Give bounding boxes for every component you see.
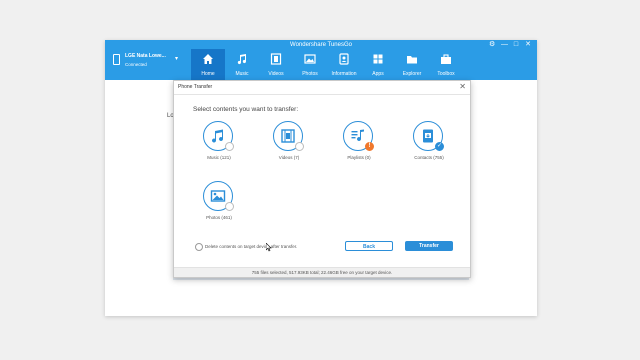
nav-explorer-label: Explorer [402,71,422,77]
photo-icon [304,54,316,64]
device-status: Connected [125,62,147,67]
music-icon [237,54,246,65]
delete-option-label: Delete contents on target device after t… [205,244,298,249]
dialog-title: Phone Transfer [178,84,213,90]
film-icon [281,129,295,143]
settings-icon[interactable]: ⚙ [489,41,495,49]
transfer-item-photos[interactable]: Photos (461) [189,181,249,231]
contacts-book-icon [423,129,433,143]
transfer-item-music[interactable]: Music (121) [189,121,249,171]
delete-checkbox[interactable] [195,243,203,251]
nav-apps[interactable]: Apps [361,49,395,80]
device-selector[interactable]: LGE Nata Lowe... Connected ▾ [111,52,187,76]
item-label: Photos (461) [206,215,232,220]
divider [174,94,470,95]
apps-icon [373,54,383,64]
nav-photos[interactable]: Photos [293,49,327,80]
video-icon [270,53,282,65]
nav-music-label: Music [235,71,249,77]
close-icon[interactable]: ✕ [525,41,531,49]
title-bar: Wondershare TunesGo ⚙ — □ ✕ LGE Nata Low… [105,40,537,80]
picture-icon [210,190,226,202]
nav-toolbox-label: Toolbox [437,71,455,77]
transfer-item-videos[interactable]: Videos (7) [259,121,319,171]
window-controls: ⚙ — □ ✕ [489,41,531,49]
transfer-item-contacts[interactable]: ✓ Contacts (755) [399,121,459,171]
item-label: Videos (7) [278,155,300,160]
folder-icon [407,56,417,64]
mouse-cursor-icon [266,243,272,252]
app-title: Wondershare TunesGo [290,42,352,48]
nav-home-label: Home [201,71,215,77]
main-nav: Home Music Videos Photos Information App… [191,49,463,80]
selection-indicator[interactable] [225,202,234,211]
playlist-icon [351,129,364,142]
nav-explorer[interactable]: Explorer [395,49,429,80]
dialog-prompt: Select contents you want to transfer: [193,106,299,113]
nav-home[interactable]: Home [191,49,225,80]
maximize-icon[interactable]: □ [513,41,519,49]
warning-icon[interactable]: ! [365,142,374,151]
contacts-icon [339,53,349,65]
item-label: Music (121) [207,155,231,160]
transfer-item-playlists[interactable]: ! Playlists (0) [329,121,389,171]
device-name: LGE Nata Lowe... [125,53,166,59]
nav-apps-label: Apps [372,71,384,77]
toolbox-icon [441,54,451,64]
phone-transfer-dialog: Phone Transfer ✕ Select contents you wan… [173,80,471,278]
nav-information[interactable]: Information [327,49,361,80]
item-label: Contacts (755) [414,155,444,160]
selection-indicator[interactable] [225,142,234,151]
selection-indicator[interactable] [295,142,304,151]
music-note-icon [212,129,224,143]
nav-information-label: Information [331,71,357,77]
transfer-button[interactable]: Transfer [405,241,453,251]
nav-videos-label: Videos [268,71,284,77]
back-button[interactable]: Back [345,241,393,251]
dialog-close-icon[interactable]: ✕ [459,82,466,91]
minimize-icon[interactable]: — [501,41,508,49]
dialog-status-bar: 755 files selected, 517.93KB total; 22.4… [174,267,470,277]
item-label: Playlists (0) [347,155,371,160]
nav-music[interactable]: Music [225,49,259,80]
nav-videos[interactable]: Videos [259,49,293,80]
chevron-down-icon[interactable]: ▾ [175,55,178,62]
nav-photos-label: Photos [302,71,318,77]
checkmark-icon[interactable]: ✓ [435,142,444,151]
home-icon [203,54,213,64]
phone-icon [113,54,120,65]
nav-toolbox[interactable]: Toolbox [429,49,463,80]
